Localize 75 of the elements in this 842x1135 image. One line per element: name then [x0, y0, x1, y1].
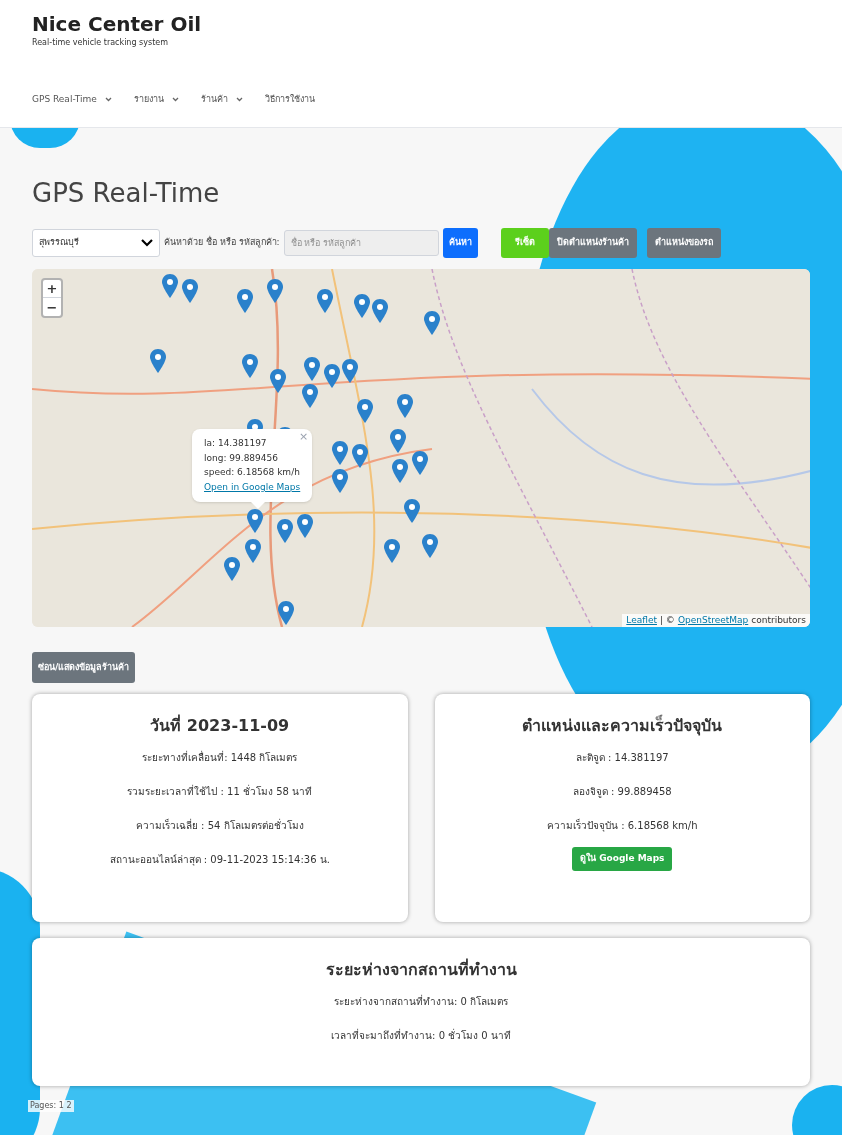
map-pin-icon[interactable]	[270, 369, 286, 393]
map-pin-icon[interactable]	[162, 274, 178, 298]
nav-link[interactable]: วิธีการใช้งาน	[264, 93, 315, 107]
map-pin-icon[interactable]	[352, 444, 368, 468]
map-pin-icon[interactable]	[277, 519, 293, 543]
map-pin-icon[interactable]	[332, 441, 348, 465]
card-title: ระยะห่างจากสถานที่ทำงาน	[325, 958, 517, 981]
map-pin-icon[interactable]	[237, 289, 253, 313]
map-pin-icon[interactable]	[182, 279, 198, 303]
map-pin-icon[interactable]	[224, 557, 240, 581]
leaflet-link[interactable]: Leaflet	[626, 613, 657, 627]
zoom-out-button[interactable]: −	[43, 298, 61, 316]
map-pin-icon[interactable]	[324, 364, 340, 388]
search-label: ค้นหาด้วย ชื่อ หรือ รหัสลูกค้า:	[164, 236, 280, 250]
card-text: ระยะห่างจากสถานที่ทำงาน: 0 กิโลเมตร	[333, 994, 509, 1009]
pages-text: Pages: 1 2	[28, 1100, 74, 1112]
popup-text: la: 14.381197	[204, 437, 268, 450]
card-text: สถานะออนไลน์ล่าสุด : 09-11-2023 15:14:36 น.	[109, 853, 330, 867]
page-title: GPS Real-Time	[32, 180, 221, 206]
card-text: เวลาที่จะมาถึงที่ทำงาน: 0 ชั่วโมง 0 นาที	[331, 1028, 511, 1043]
nav-link[interactable]: รายงาน	[133, 93, 179, 107]
toggle-store-button[interactable]: ซ่อน/แสดงข้อมูลร้านค้า	[32, 652, 136, 683]
map-pin-icon[interactable]	[390, 429, 406, 453]
card-text: ลองจิจูด : 99.889458	[572, 785, 672, 799]
nav-link[interactable]: ร้านค้า	[200, 93, 243, 107]
map-pin-icon[interactable]	[422, 534, 438, 558]
map-pin-icon[interactable]	[357, 399, 373, 423]
google-maps-link[interactable]: Open in Google Maps	[204, 480, 301, 494]
map-pin-icon[interactable]	[278, 601, 294, 625]
card-title: ตำแหน่งและความเร็วปัจจุบัน	[522, 714, 723, 738]
chevron-down-icon	[104, 97, 112, 103]
openstreetmap-link[interactable]: OpenStreetMap	[677, 613, 749, 627]
toolbar-button[interactable]: ปิดตำแหน่งร้านค้า	[548, 228, 637, 258]
search-field[interactable]: ชื่อ หรือ รหัสลูกค้า	[283, 230, 439, 256]
card-text: ระยะทางที่เคลื่อนที่: 1448 กิโลเมตร	[142, 750, 298, 765]
map-pin-icon[interactable]	[267, 279, 283, 303]
brand-subtitle: Real-time vehicle tracking system	[32, 37, 169, 49]
nav-link[interactable]: GPS Real-Time	[32, 93, 112, 107]
map-pin-icon[interactable]	[150, 349, 166, 373]
province-select[interactable]: สุพรรณบุรี	[32, 229, 160, 257]
card-text: ความเร็วปัจจุบัน : 6.18568 km/h	[547, 818, 698, 833]
map-pin-icon[interactable]	[392, 459, 408, 483]
map-pin-icon[interactable]	[242, 354, 258, 378]
map-pin-icon[interactable]	[412, 451, 428, 475]
chevron-down-icon	[171, 97, 179, 103]
chevron-down-icon	[235, 97, 243, 103]
popup-text: long: 99.889456	[204, 451, 279, 465]
map-pin-icon[interactable]	[372, 299, 388, 323]
map-pin-icon[interactable]	[397, 394, 413, 418]
map-pin-icon[interactable]	[332, 469, 348, 493]
attribution-text: | ©	[659, 613, 675, 627]
map-pin-icon[interactable]	[354, 294, 370, 318]
attribution-text: contributors	[751, 613, 806, 627]
close-button[interactable]: ×	[299, 429, 309, 446]
zoom-in-button[interactable]: +	[43, 280, 61, 298]
brand-title[interactable]: Nice Center Oil	[32, 12, 810, 37]
map-pin-icon[interactable]	[404, 499, 420, 523]
map-pin-icon[interactable]	[424, 311, 440, 335]
google-maps-button[interactable]: ดูใน Google Maps	[572, 847, 673, 871]
popup-text: speed: 6.18568 km/h	[204, 466, 301, 479]
map-pin-icon[interactable]	[342, 359, 358, 383]
chevron-down-icon	[141, 239, 153, 247]
toolbar-button[interactable]: ตำแหน่งของรถ	[646, 228, 721, 258]
map-pin-icon[interactable]	[302, 384, 318, 408]
map-pin-icon[interactable]	[304, 357, 320, 381]
map-pin-icon[interactable]	[245, 539, 261, 563]
card-title: วันที่ 2023-11-09	[150, 714, 290, 737]
map-pin-icon[interactable]	[247, 509, 263, 533]
map-pin-icon[interactable]	[317, 289, 333, 313]
search-button[interactable]: ค้นหา	[442, 228, 478, 258]
map-pin-icon[interactable]	[297, 514, 313, 538]
card-text: รวมระยะเวลาที่ใช้ไป : 11 ชั่วโมง 58 นาที	[127, 784, 313, 799]
card-text: ความเร็วเฉลี่ย : 54 กิโลเมตรต่อชั่วโมง	[135, 818, 304, 833]
map-pin-icon[interactable]	[384, 539, 400, 563]
card-text: ละติจูด : 14.381197	[575, 751, 669, 765]
